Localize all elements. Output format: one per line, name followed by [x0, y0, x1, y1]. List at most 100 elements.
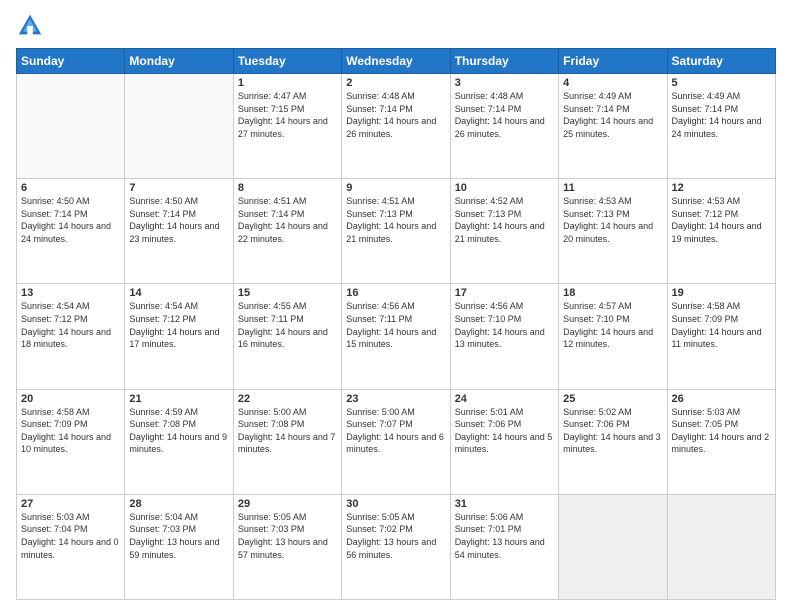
calendar-week-row: 27Sunrise: 5:03 AMSunset: 7:04 PMDayligh…: [17, 494, 776, 599]
day-info: Sunrise: 4:52 AMSunset: 7:13 PMDaylight:…: [455, 195, 554, 245]
day-info: Sunrise: 5:05 AMSunset: 7:03 PMDaylight:…: [238, 511, 337, 561]
calendar-cell: 5Sunrise: 4:49 AMSunset: 7:14 PMDaylight…: [667, 74, 775, 179]
day-number: 13: [21, 287, 120, 299]
day-info: Sunrise: 4:58 AMSunset: 7:09 PMDaylight:…: [21, 406, 120, 456]
header: [16, 12, 776, 40]
calendar-cell: 25Sunrise: 5:02 AMSunset: 7:06 PMDayligh…: [559, 389, 667, 494]
calendar-cell: [667, 494, 775, 599]
day-number: 17: [455, 287, 554, 299]
day-number: 21: [129, 393, 228, 405]
day-info: Sunrise: 5:02 AMSunset: 7:06 PMDaylight:…: [563, 406, 662, 456]
day-info: Sunrise: 5:00 AMSunset: 7:07 PMDaylight:…: [346, 406, 445, 456]
day-number: 3: [455, 77, 554, 89]
day-number: 11: [563, 182, 662, 194]
calendar-cell: [125, 74, 233, 179]
day-number: 19: [672, 287, 771, 299]
day-number: 10: [455, 182, 554, 194]
day-number: 23: [346, 393, 445, 405]
weekday-header-wednesday: Wednesday: [342, 49, 450, 74]
day-number: 15: [238, 287, 337, 299]
day-number: 30: [346, 498, 445, 510]
calendar-week-row: 13 Sunrise: 4:54 AMSunset: 7:12 PMDayligh…: [17, 284, 776, 389]
calendar-week-row: 6Sunrise: 4:50 AMSunset: 7:14 PMDaylight…: [17, 179, 776, 284]
day-info: Sunrise: 5:00 AMSunset: 7:08 PMDaylight:…: [238, 406, 337, 456]
calendar-cell: 14Sunrise: 4:54 AMSunset: 7:12 PMDayligh…: [125, 284, 233, 389]
calendar-week-row: 1Sunrise: 4:47 AMSunset: 7:15 PMDaylight…: [17, 74, 776, 179]
calendar-cell: 17Sunrise: 4:56 AMSunset: 7:10 PMDayligh…: [450, 284, 558, 389]
calendar-cell: 26Sunrise: 5:03 AMSunset: 7:05 PMDayligh…: [667, 389, 775, 494]
day-info: Sunrise: 4:55 AMSunset: 7:11 PMDaylight:…: [238, 300, 337, 350]
day-info: Sunrise: 4:57 AMSunset: 7:10 PMDaylight:…: [563, 300, 662, 350]
day-number: 8: [238, 182, 337, 194]
weekday-header-thursday: Thursday: [450, 49, 558, 74]
calendar-cell: 15Sunrise: 4:55 AMSunset: 7:11 PMDayligh…: [233, 284, 341, 389]
day-info: Sunrise: 4:58 AMSunset: 7:09 PMDaylight:…: [672, 300, 771, 350]
day-info: Sunrise: 5:03 AMSunset: 7:05 PMDaylight:…: [672, 406, 771, 456]
calendar-cell: 1Sunrise: 4:47 AMSunset: 7:15 PMDaylight…: [233, 74, 341, 179]
weekday-header-tuesday: Tuesday: [233, 49, 341, 74]
day-number: 24: [455, 393, 554, 405]
day-info: Sunrise: 5:05 AMSunset: 7:02 PMDaylight:…: [346, 511, 445, 561]
day-number: 16: [346, 287, 445, 299]
day-info: Sunrise: 4:51 AMSunset: 7:14 PMDaylight:…: [238, 195, 337, 245]
calendar-cell: 28Sunrise: 5:04 AMSunset: 7:03 PMDayligh…: [125, 494, 233, 599]
calendar-cell: 6Sunrise: 4:50 AMSunset: 7:14 PMDaylight…: [17, 179, 125, 284]
day-info: Sunrise: 4:54 AMSunset: 7:12 PMDaylight:…: [129, 300, 228, 350]
calendar-cell: [559, 494, 667, 599]
day-info: Sunrise: 4:56 AMSunset: 7:11 PMDaylight:…: [346, 300, 445, 350]
calendar-cell: 4Sunrise: 4:49 AMSunset: 7:14 PMDaylight…: [559, 74, 667, 179]
day-info: Sunrise: 5:04 AMSunset: 7:03 PMDaylight:…: [129, 511, 228, 561]
day-number: 5: [672, 77, 771, 89]
day-info: Sunrise: 4:50 AMSunset: 7:14 PMDaylight:…: [129, 195, 228, 245]
day-info: Sunrise: 4:48 AMSunset: 7:14 PMDaylight:…: [455, 90, 554, 140]
calendar-cell: 7Sunrise: 4:50 AMSunset: 7:14 PMDaylight…: [125, 179, 233, 284]
day-number: 31: [455, 498, 554, 510]
day-number: 27: [21, 498, 120, 510]
day-number: 12: [672, 182, 771, 194]
weekday-header-row: SundayMondayTuesdayWednesdayThursdayFrid…: [17, 49, 776, 74]
calendar-cell: 19Sunrise: 4:58 AMSunset: 7:09 PMDayligh…: [667, 284, 775, 389]
day-info: Sunrise: 4:49 AMSunset: 7:14 PMDaylight:…: [672, 90, 771, 140]
calendar-week-row: 20Sunrise: 4:58 AMSunset: 7:09 PMDayligh…: [17, 389, 776, 494]
day-number: 29: [238, 498, 337, 510]
calendar-cell: 9Sunrise: 4:51 AMSunset: 7:13 PMDaylight…: [342, 179, 450, 284]
day-number: 28: [129, 498, 228, 510]
page: SundayMondayTuesdayWednesdayThursdayFrid…: [0, 0, 792, 612]
day-number: 7: [129, 182, 228, 194]
day-number: 22: [238, 393, 337, 405]
weekday-header-sunday: Sunday: [17, 49, 125, 74]
day-number: 2: [346, 77, 445, 89]
day-info: Sunrise: 4:59 AMSunset: 7:08 PMDaylight:…: [129, 406, 228, 456]
calendar-cell: [17, 74, 125, 179]
calendar-cell: 21Sunrise: 4:59 AMSunset: 7:08 PMDayligh…: [125, 389, 233, 494]
calendar-cell: 20Sunrise: 4:58 AMSunset: 7:09 PMDayligh…: [17, 389, 125, 494]
weekday-header-friday: Friday: [559, 49, 667, 74]
calendar-table: SundayMondayTuesdayWednesdayThursdayFrid…: [16, 48, 776, 600]
logo: [16, 12, 48, 40]
calendar-cell: 30Sunrise: 5:05 AMSunset: 7:02 PMDayligh…: [342, 494, 450, 599]
day-number: 20: [21, 393, 120, 405]
day-info: Sunrise: 5:06 AMSunset: 7:01 PMDaylight:…: [455, 511, 554, 561]
calendar-cell: 3Sunrise: 4:48 AMSunset: 7:14 PMDaylight…: [450, 74, 558, 179]
day-info: Sunrise: 5:03 AMSunset: 7:04 PMDaylight:…: [21, 511, 120, 561]
day-number: 26: [672, 393, 771, 405]
calendar-cell: 11Sunrise: 4:53 AMSunset: 7:13 PMDayligh…: [559, 179, 667, 284]
calendar-cell: 2Sunrise: 4:48 AMSunset: 7:14 PMDaylight…: [342, 74, 450, 179]
day-number: 4: [563, 77, 662, 89]
day-number: 25: [563, 393, 662, 405]
day-number: 1: [238, 77, 337, 89]
calendar-cell: 12Sunrise: 4:53 AMSunset: 7:12 PMDayligh…: [667, 179, 775, 284]
day-info: Sunrise: 4:47 AMSunset: 7:15 PMDaylight:…: [238, 90, 337, 140]
weekday-header-saturday: Saturday: [667, 49, 775, 74]
calendar-cell: 8Sunrise: 4:51 AMSunset: 7:14 PMDaylight…: [233, 179, 341, 284]
weekday-header-monday: Monday: [125, 49, 233, 74]
calendar-cell: 18Sunrise: 4:57 AMSunset: 7:10 PMDayligh…: [559, 284, 667, 389]
day-info: Sunrise: 4:53 AMSunset: 7:12 PMDaylight:…: [672, 195, 771, 245]
day-number: 18: [563, 287, 662, 299]
calendar-cell: 24Sunrise: 5:01 AMSunset: 7:06 PMDayligh…: [450, 389, 558, 494]
calendar-cell: 27Sunrise: 5:03 AMSunset: 7:04 PMDayligh…: [17, 494, 125, 599]
calendar-cell: 22Sunrise: 5:00 AMSunset: 7:08 PMDayligh…: [233, 389, 341, 494]
logo-icon: [16, 12, 44, 40]
calendar-cell: 16Sunrise: 4:56 AMSunset: 7:11 PMDayligh…: [342, 284, 450, 389]
day-info: Sunrise: 4:48 AMSunset: 7:14 PMDaylight:…: [346, 90, 445, 140]
